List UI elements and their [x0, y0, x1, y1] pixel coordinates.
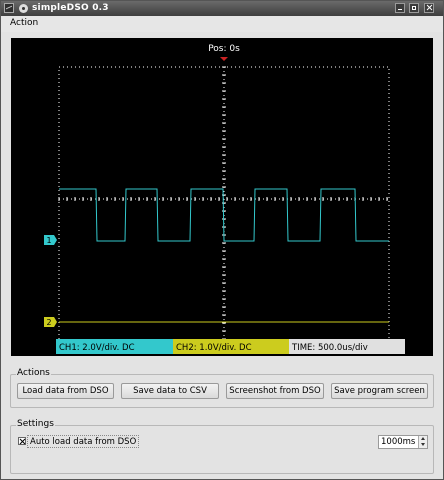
interval-input[interactable]: [379, 436, 419, 448]
load-data-button[interactable]: Load data from DSO: [17, 383, 114, 399]
oscilloscope-display: Pos: 0s 1 2 CH1: 2.0V/div. DC CH2: 1.0V/…: [11, 38, 433, 356]
actions-group-title: Actions: [16, 368, 51, 378]
trigger-position-marker[interactable]: [220, 57, 228, 61]
autoload-checkbox[interactable]: [18, 437, 26, 445]
autoload-label[interactable]: Auto load data from DSO: [27, 435, 140, 448]
ch1-status: CH1: 2.0V/div. DC: [59, 343, 135, 353]
settings-group: [10, 425, 434, 474]
save-csv-button[interactable]: Save data to CSV: [121, 383, 219, 399]
interval-spinbox[interactable]: [378, 435, 428, 449]
minimize-button[interactable]: [395, 3, 405, 13]
ch1-marker-label: 1: [46, 236, 51, 245]
ch1-trace: [59, 188, 389, 242]
screenshot-button[interactable]: Screenshot from DSO: [226, 383, 324, 399]
main-window: simpleDSO 0.3 Action Pos: 0s 1 2 CH1: 2.…: [0, 0, 444, 480]
status-bar: CH1: 2.0V/div. DC CH2: 1.0V/div. DC TIME…: [56, 339, 405, 354]
ch2-marker[interactable]: 2: [44, 317, 57, 327]
ch2-status: CH2: 1.0V/div. DC: [176, 343, 252, 353]
time-status: TIME: 500.0us/div: [291, 343, 368, 353]
ch1-marker[interactable]: 1: [44, 235, 57, 245]
save-screen-button[interactable]: Save program screen: [331, 383, 428, 399]
title-bar: simpleDSO 0.3: [1, 1, 443, 16]
app-icon: [19, 4, 28, 13]
ch2-marker-label: 2: [46, 318, 51, 327]
scope-grid: [58, 66, 390, 352]
window-title: simpleDSO 0.3: [32, 3, 109, 13]
position-label: Pos: 0s: [208, 44, 240, 54]
spin-down-icon[interactable]: [418, 442, 427, 448]
close-button[interactable]: [424, 3, 434, 13]
menu-action[interactable]: Action: [10, 18, 38, 28]
settings-group-title: Settings: [16, 419, 55, 429]
maximize-button[interactable]: [409, 3, 419, 13]
window-menu-icon[interactable]: [4, 3, 14, 13]
menu-bar: Action: [1, 16, 443, 32]
